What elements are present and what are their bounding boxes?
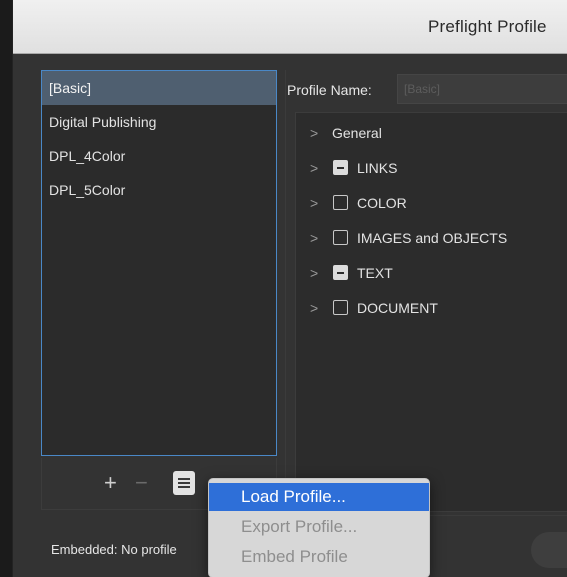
add-profile-button[interactable]: + (104, 470, 117, 496)
tree-item-label: TEXT (357, 265, 393, 281)
profile-list-item[interactable]: Digital Publishing (42, 105, 276, 139)
menu-icon[interactable] (173, 471, 195, 495)
profile-list-item[interactable]: DPL_5Color (42, 173, 276, 207)
profile-name-label: Profile Name: (287, 82, 372, 98)
chevron-right-icon[interactable]: > (310, 265, 318, 281)
divider (285, 70, 286, 516)
chevron-right-icon[interactable]: > (310, 125, 318, 141)
load-profile-menu-item[interactable]: Load Profile... (209, 483, 429, 511)
chevron-right-icon[interactable]: > (310, 195, 318, 211)
checkbox-mixed[interactable] (333, 265, 348, 280)
profile-list-item[interactable]: [Basic] (42, 71, 276, 105)
profile-name-field[interactable]: [Basic] (397, 74, 567, 104)
profile-menu-popup: Load Profile... Export Profile... Embed … (208, 478, 430, 577)
tree-item-label: LINKS (357, 160, 398, 176)
checkbox-mixed[interactable] (333, 160, 348, 175)
chevron-right-icon[interactable]: > (310, 230, 318, 246)
chevron-right-icon[interactable]: > (310, 300, 318, 316)
tree-item-label: COLOR (357, 195, 407, 211)
embed-profile-menu-item[interactable]: Embed Profile (209, 543, 429, 571)
profile-list[interactable]: [Basic] Digital Publishing DPL_4Color DP… (41, 70, 277, 456)
embedded-status: Embedded: No profile (51, 542, 177, 557)
checkbox[interactable] (333, 230, 348, 245)
chevron-right-icon[interactable]: > (310, 160, 318, 176)
tree-item-label: General (332, 125, 382, 141)
checkbox[interactable] (333, 195, 348, 210)
checkbox[interactable] (333, 300, 348, 315)
background (0, 0, 12, 577)
export-profile-menu-item[interactable]: Export Profile... (209, 513, 429, 541)
tree-item-label: IMAGES and OBJECTS (357, 230, 508, 246)
profile-list-item[interactable]: DPL_4Color (42, 139, 276, 173)
tree-item-label: DOCUMENT (357, 300, 438, 316)
window-title: Preflight Profile (428, 17, 547, 36)
profile-settings-tree: > General > LINKS > COLOR > IMAGES and O… (295, 112, 567, 512)
dialog-button[interactable] (531, 532, 567, 568)
title-bar: Preflight Profile (13, 0, 567, 54)
remove-profile-button[interactable]: − (135, 470, 148, 496)
